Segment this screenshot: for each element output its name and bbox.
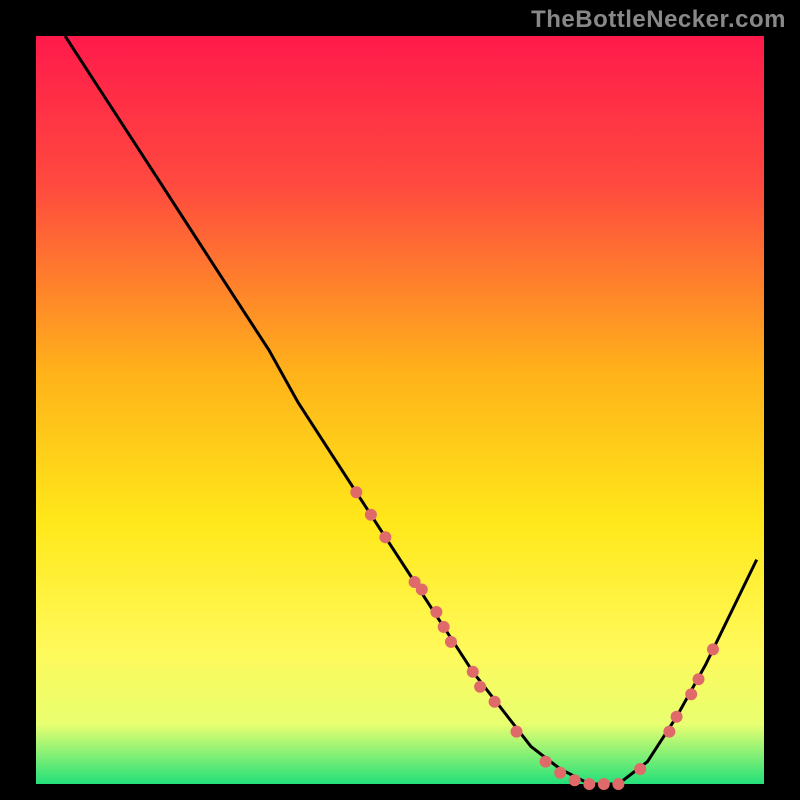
- sample-point: [663, 726, 675, 738]
- sample-point: [416, 584, 428, 596]
- sample-point: [511, 726, 523, 738]
- sample-point: [430, 606, 442, 618]
- sample-point: [350, 486, 362, 498]
- sample-point: [707, 643, 719, 655]
- plot-background: [36, 36, 764, 784]
- sample-point: [693, 673, 705, 685]
- sample-point: [379, 531, 391, 543]
- chart-frame: TheBottleNecker.com: [0, 0, 800, 800]
- sample-point: [583, 778, 595, 790]
- sample-point: [467, 666, 479, 678]
- sample-point: [489, 696, 501, 708]
- sample-point: [569, 774, 581, 786]
- sample-point: [540, 756, 552, 768]
- sample-point: [365, 509, 377, 521]
- sample-point: [445, 636, 457, 648]
- sample-point: [634, 763, 646, 775]
- sample-point: [671, 711, 683, 723]
- watermark-label: TheBottleNecker.com: [531, 6, 786, 34]
- sample-point: [685, 688, 697, 700]
- sample-point: [598, 778, 610, 790]
- sample-point: [474, 681, 486, 693]
- sample-point: [554, 767, 566, 779]
- sample-point: [438, 621, 450, 633]
- sample-point: [612, 778, 624, 790]
- bottleneck-chart: [0, 0, 800, 800]
